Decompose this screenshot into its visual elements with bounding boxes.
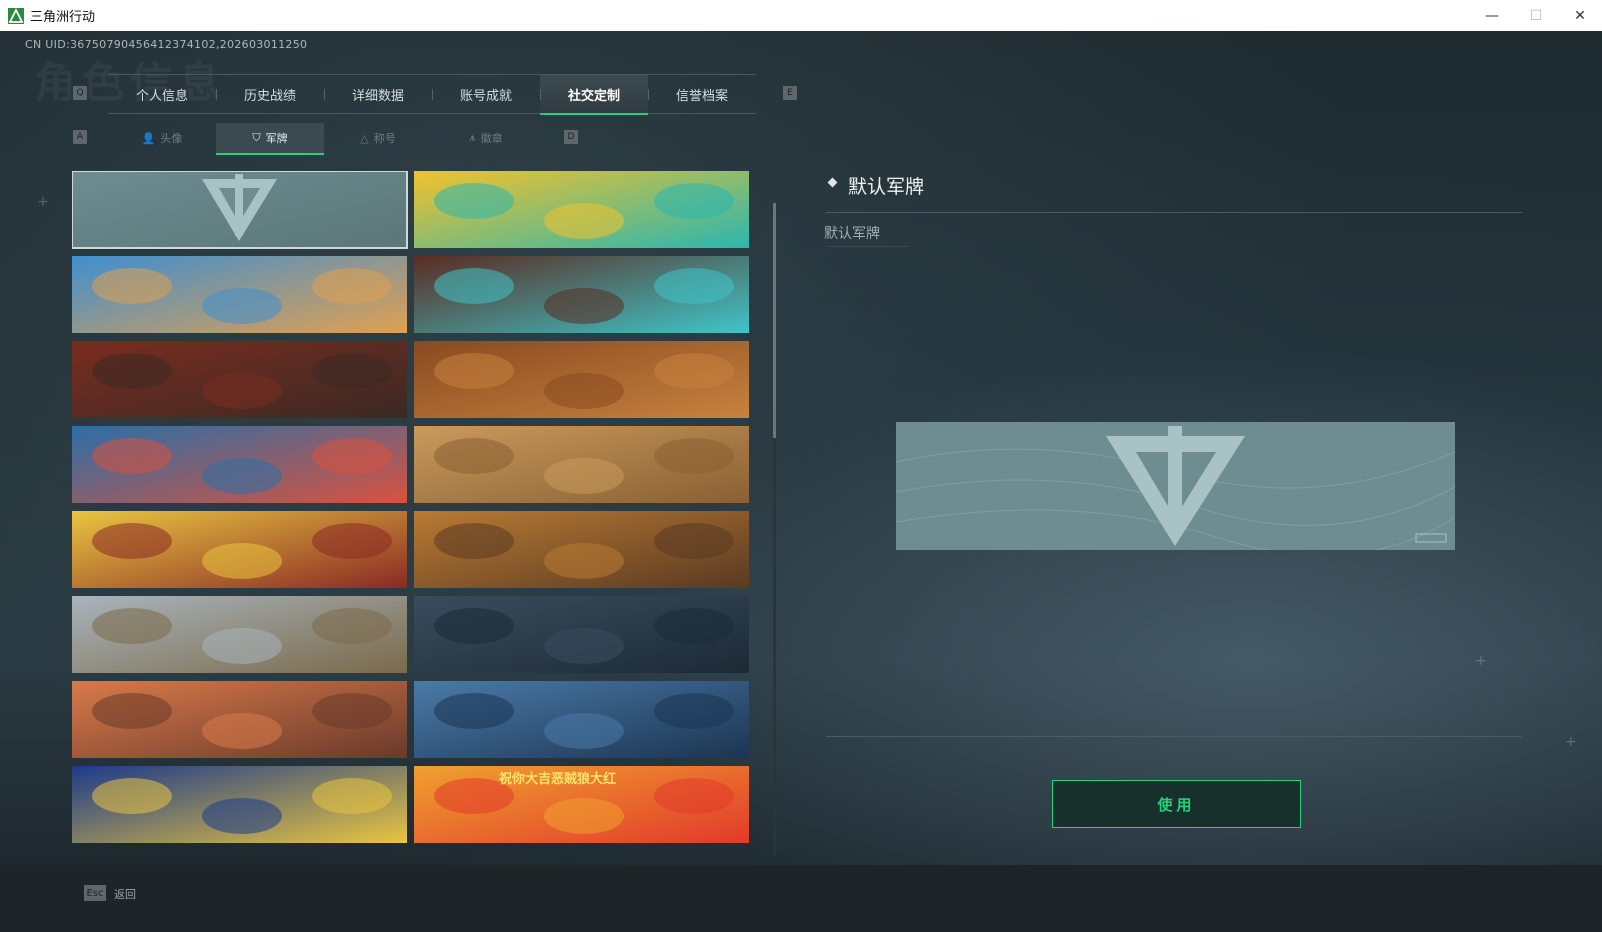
dogtag-card-squad[interactable] [414, 596, 749, 673]
maximize-button[interactable]: ☐ [1514, 0, 1558, 31]
decor-plus-icon: + [37, 194, 49, 210]
tab-3[interactable]: 账号成就 [432, 75, 540, 113]
sub-tabs: 👤 头像 ⛉ 军牌 △ 称号 ⩚ 徽章 [108, 123, 540, 155]
dogtag-card-default[interactable] [72, 171, 408, 249]
detail-title: 默认军牌 [848, 176, 925, 198]
dogtag-card-octopus[interactable] [72, 426, 407, 503]
dogtag-card-carrier[interactable] [414, 681, 749, 758]
dogtag-art [72, 766, 407, 843]
dogtag-card-soldiers[interactable] [72, 341, 407, 418]
window-controls: — ☐ ✕ [1470, 0, 1602, 31]
dogtag-card-tribal[interactable] [414, 256, 749, 333]
subtab-3[interactable]: ⩚ 徽章 [432, 123, 540, 153]
dogtag-card-market[interactable] [72, 256, 407, 333]
main-stage: 角色信息 CN UID:3675079045641237410​2,202603… [0, 31, 1602, 932]
dogtag-art [72, 596, 407, 673]
main-tabs: 个人信息 历史战绩 详细数据 账号成就 社交定制 信誉档案 [108, 74, 756, 115]
dogtag-art [72, 256, 407, 333]
dogtag-art [72, 426, 407, 503]
close-button[interactable]: ✕ [1558, 0, 1602, 31]
dogtag-art [72, 511, 407, 588]
next-tab-key[interactable]: E [783, 86, 797, 100]
dogtag-card-sniper[interactable] [72, 596, 407, 673]
subtab-label: 徽章 [480, 132, 503, 145]
subtitle-underline [826, 246, 910, 247]
person-icon: 👤 [141, 131, 156, 145]
prev-subtab-key[interactable]: A [73, 130, 87, 144]
window-titlebar: 三角洲行动 — ☐ ✕ [0, 0, 1602, 32]
subtab-label: 军牌 [265, 132, 288, 145]
subtab-label: 头像 [160, 132, 183, 145]
use-button[interactable]: 使用 [1052, 780, 1301, 828]
scroll-thumb[interactable] [773, 203, 776, 438]
prev-tab-key[interactable]: Q [73, 86, 87, 100]
dogtag-card-gold-dragon[interactable] [72, 511, 407, 588]
badge-icon: ⛉ [252, 131, 261, 144]
esc-key[interactable]: Esc [84, 885, 106, 901]
dogtag-art [414, 681, 749, 758]
dogtag-card-golden-mask[interactable] [72, 766, 407, 843]
decor-plus-icon: + [1475, 653, 1487, 669]
tab-0[interactable]: 个人信息 [108, 75, 216, 113]
window-title: 三角洲行动 [30, 10, 96, 25]
detail-subtitle: 默认军牌 [824, 226, 880, 242]
dogtag-art [414, 596, 749, 673]
detail-divider-bottom [826, 736, 1522, 737]
subtab-label: 称号 [373, 132, 396, 145]
wings-icon: ⩚ [469, 131, 476, 144]
tab-4[interactable]: 社交定制 [540, 75, 648, 115]
grid-scrollbar[interactable] [773, 203, 776, 857]
dogtag-art [414, 171, 749, 248]
subtab-0[interactable]: 👤 头像 [108, 123, 216, 153]
dogtag-card-music[interactable] [414, 171, 749, 248]
dogtag-art [414, 256, 749, 333]
dogtag-art [72, 171, 407, 248]
tab-1[interactable]: 历史战绩 [216, 75, 324, 113]
dogtag-grid: 祝你大吉恶贼狼大红 [72, 171, 754, 856]
dogtag-art [414, 511, 749, 588]
app-logo-icon [8, 7, 24, 24]
dogtag-card-blueprint[interactable] [414, 426, 749, 503]
next-subtab-key[interactable]: D [564, 130, 578, 144]
minimize-button[interactable]: — [1470, 0, 1514, 31]
dogtag-card-autumn[interactable] [414, 341, 749, 418]
tab-2[interactable]: 详细数据 [324, 75, 432, 113]
dogtag-art [72, 341, 407, 418]
bottom-bar: Esc 返回 [0, 865, 1602, 932]
subtab-2[interactable]: △ 称号 [324, 123, 432, 153]
dogtag-art [414, 341, 749, 418]
dogtag-card-chibi[interactable]: 祝你大吉恶贼狼大红 [414, 766, 749, 843]
dogtag-card-feast[interactable] [414, 511, 749, 588]
decor-plus-icon: + [1565, 734, 1577, 750]
back-label[interactable]: 返回 [114, 886, 136, 902]
subtab-1[interactable]: ⛉ 军牌 [216, 123, 324, 155]
title-diamond-icon [827, 177, 838, 188]
dogtag-art [414, 426, 749, 503]
dogtag-preview [896, 422, 1455, 550]
uid-label: CN UID:3675079045641237410​2,20260301125… [25, 38, 308, 51]
detail-divider-top [826, 212, 1522, 213]
chibi-banner-text: 祝你大吉恶贼狼大红 [499, 772, 617, 787]
dogtag-art [72, 681, 407, 758]
dogtag-card-party[interactable] [72, 681, 407, 758]
tab-5[interactable]: 信誉档案 [648, 75, 756, 113]
triangle-icon: △ [360, 131, 369, 145]
